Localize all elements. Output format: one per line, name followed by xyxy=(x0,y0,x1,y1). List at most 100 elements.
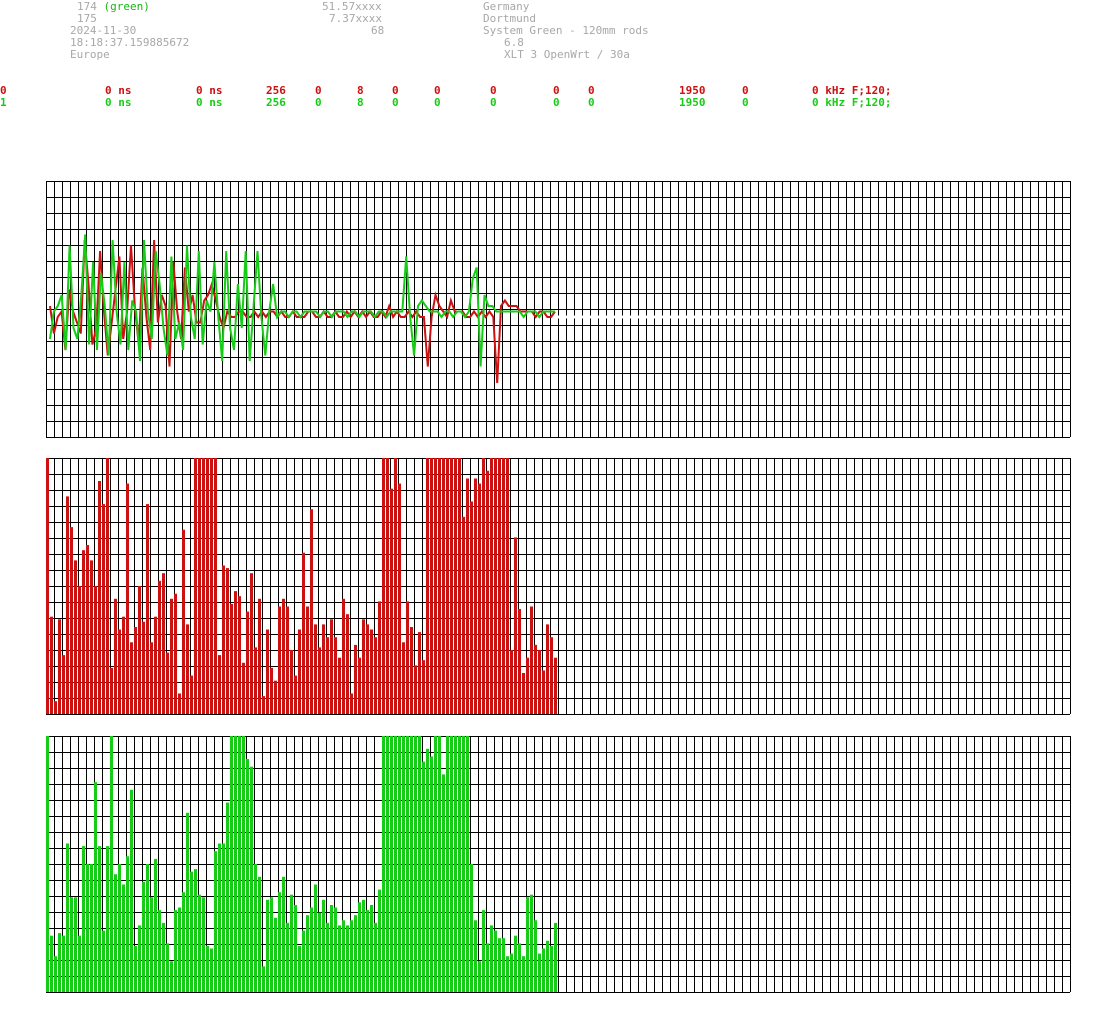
chart-1-bar-118 xyxy=(518,609,521,714)
chart-1-bar-78 xyxy=(358,657,361,714)
chart-1-bar-48 xyxy=(238,596,241,714)
chart-2-bar-2 xyxy=(54,956,57,992)
chart-1-bar-61 xyxy=(290,650,293,714)
chart-1-bar-59 xyxy=(282,598,285,714)
chart-1-bar-20 xyxy=(126,483,129,714)
chart-2-bar-86 xyxy=(390,736,393,992)
chart-2-bar-4 xyxy=(62,935,65,992)
chart-1-bar-27 xyxy=(154,616,157,714)
chart-1-bar-38 xyxy=(198,458,201,714)
chart-2-bar-30 xyxy=(166,943,169,992)
chart-1-bar-94 xyxy=(422,660,425,714)
chart-2-bar-31 xyxy=(170,961,173,992)
chart-2-bar-101 xyxy=(450,736,453,992)
chart-2-bar-98 xyxy=(438,736,441,992)
chart-2-bar-104 xyxy=(462,736,465,992)
chart-2-bar-117 xyxy=(514,935,517,992)
chart-1-bar-1 xyxy=(50,616,53,714)
chart-1-bar-67 xyxy=(314,624,317,714)
chart-2-bar-28 xyxy=(158,910,161,992)
chart-2-bar-92 xyxy=(414,736,417,992)
chart-1-bar-35 xyxy=(186,624,189,714)
chart-1-bar-36 xyxy=(190,675,193,714)
chart-1-bar-17 xyxy=(114,598,117,714)
chart-1-bar-12 xyxy=(94,586,97,714)
chart-0-grid xyxy=(46,181,1071,438)
chart-2-bar-33 xyxy=(178,907,181,992)
chart-1-bar-113 xyxy=(498,458,501,714)
chart-1-bar-71 xyxy=(330,619,333,714)
chart-2-bar-87 xyxy=(394,736,397,992)
chart-2-bar-37 xyxy=(194,869,197,992)
chart-1-bar-15 xyxy=(106,458,109,714)
chart-2-bar-70 xyxy=(326,922,329,992)
chart-2-bar-9 xyxy=(82,846,85,992)
chart-2-bar-107 xyxy=(474,920,477,992)
chart-1-bar-86 xyxy=(390,488,393,714)
chart-2-bar-81 xyxy=(370,905,373,992)
chart-1-bar-79 xyxy=(362,619,365,714)
chart-1-bar-77 xyxy=(354,644,357,714)
chart-2-bar-25 xyxy=(146,864,149,992)
chart-1-bar-31 xyxy=(170,598,173,714)
chart-1-bar-122 xyxy=(534,644,537,714)
chart-2-bar-5 xyxy=(66,843,69,992)
chart-1-bar-91 xyxy=(410,627,413,714)
chart-1-bar-76 xyxy=(350,693,353,714)
chart-1-bar-49 xyxy=(242,662,245,714)
chart-1-bar-105 xyxy=(466,478,469,714)
chart-1-bar-69 xyxy=(322,624,325,714)
chart-2-bar-112 xyxy=(494,930,497,992)
chart-1-bar-3 xyxy=(58,619,61,714)
chart-2-bar-90 xyxy=(406,736,409,992)
chart-1-bar-41 xyxy=(210,458,213,714)
chart-1-bar-0 xyxy=(46,458,49,714)
chart-1-bar-99 xyxy=(442,458,445,714)
chart-1-bar-6 xyxy=(70,527,73,714)
chart-1-bar-44 xyxy=(222,565,225,714)
chart-2-bar-96 xyxy=(430,756,433,992)
chart-2-bar-43 xyxy=(218,843,221,992)
chart-2-bar-38 xyxy=(198,894,201,992)
chart-2-bar-91 xyxy=(410,736,413,992)
chart-2-bar-84 xyxy=(382,736,385,992)
chart-1-bar-58 xyxy=(278,606,281,714)
chart-2-bar-72 xyxy=(334,907,337,992)
chart-2-bar-35 xyxy=(186,812,189,992)
chart-1-bar-21 xyxy=(130,642,133,714)
chart-2-bar-19 xyxy=(122,884,125,992)
chart-2-bar-32 xyxy=(174,910,177,992)
chart-1-bar-24 xyxy=(142,621,145,714)
chart-1-bar-120 xyxy=(526,657,529,714)
chart-1-bar-106 xyxy=(470,501,473,714)
chart-2-bar-15 xyxy=(106,846,109,992)
chart-2-bar-3 xyxy=(58,933,61,992)
chart-2-bar-76 xyxy=(350,920,353,992)
chart-2-bar-50 xyxy=(246,759,249,992)
chart-2-bar-10 xyxy=(86,864,89,992)
chart-1-bar-62 xyxy=(294,675,297,714)
chart-2-bar-6 xyxy=(70,897,73,992)
chart-2-bar-13 xyxy=(98,846,101,992)
chart-1-bar-25 xyxy=(146,504,149,714)
chart-1-bar-98 xyxy=(438,458,441,714)
chart-1-bar-123 xyxy=(538,650,541,714)
chart-1-bar-103 xyxy=(458,458,461,714)
chart-2-bar-89 xyxy=(402,736,405,992)
chart-1-bar-111 xyxy=(490,458,493,714)
chart-2-bar-115 xyxy=(506,956,509,992)
chart-1-bar-110 xyxy=(486,470,489,714)
chart-1-bar-87 xyxy=(394,458,397,714)
chart-2-bar-73 xyxy=(338,925,341,992)
chart-2-bar-111 xyxy=(490,925,493,992)
chart-1-bar-33 xyxy=(178,693,181,714)
chart-1-bar-112 xyxy=(494,458,497,714)
chart-1-bar-70 xyxy=(326,637,329,714)
chart-1-bar-109 xyxy=(482,458,485,714)
chart-2-bar-79 xyxy=(362,899,365,992)
chart-2-bar-69 xyxy=(322,899,325,992)
chart-1-bar-126 xyxy=(550,637,553,714)
chart-1-bar-47 xyxy=(234,591,237,714)
chart-1-bar-90 xyxy=(406,601,409,714)
chart-1-bar-43 xyxy=(218,655,221,714)
